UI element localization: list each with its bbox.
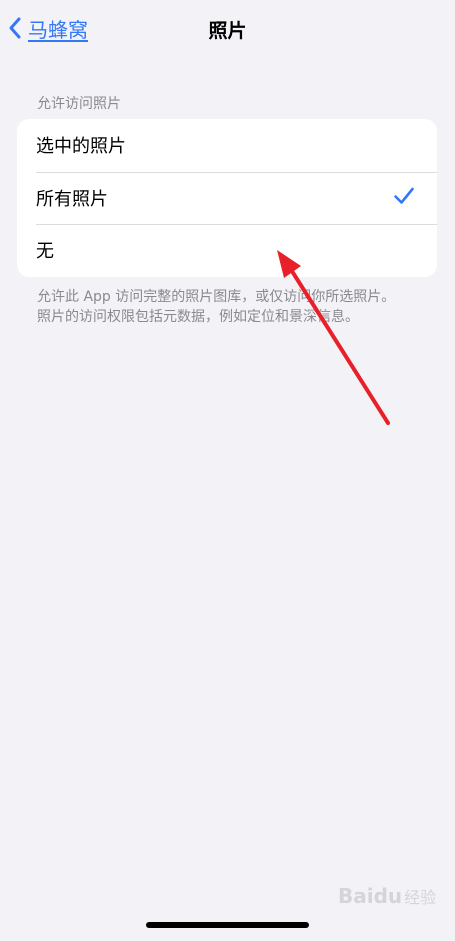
option-selected-photos[interactable]: 选中的照片 [17, 119, 437, 172]
option-none[interactable]: 无 [17, 224, 437, 277]
checkmark-icon [393, 186, 415, 210]
option-label: 无 [36, 241, 54, 263]
footer-note: 允许此 App 访问完整的照片图库，或仅访问你所选照片。照片的访问权限包括元数据… [37, 289, 396, 325]
option-label: 所有照片 [36, 188, 108, 210]
option-all-photos[interactable]: 所有照片 [17, 171, 437, 225]
section-header: 允许访问照片 [37, 96, 121, 112]
page-title: 照片 [208, 20, 247, 42]
watermark-brand: Baidu [338, 884, 403, 908]
home-indicator[interactable] [146, 922, 309, 928]
baidu-watermark: Baidu 经验 [338, 884, 436, 908]
navigation-bar: 马蜂窝 照片 [0, 0, 455, 56]
watermark-sub: 经验 [404, 888, 437, 907]
option-label: 选中的照片 [36, 136, 126, 158]
photo-access-options: 选中的照片 所有照片 无 [17, 119, 437, 277]
